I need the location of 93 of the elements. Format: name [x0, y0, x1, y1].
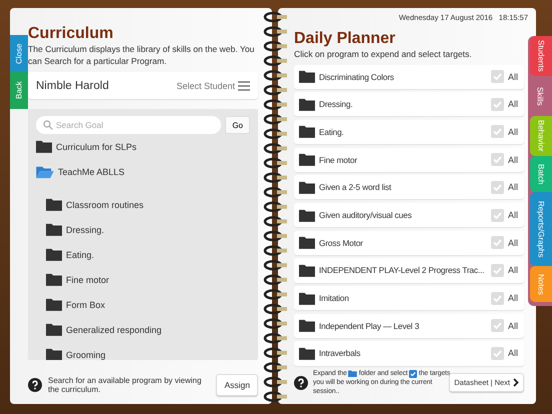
all-label: All	[508, 99, 518, 110]
program-row[interactable]: Dressing. All	[294, 92, 524, 116]
help-icon	[28, 378, 42, 392]
program-name: Dressing.	[319, 99, 354, 110]
all-label: All	[508, 72, 518, 82]
all-label: All	[508, 293, 518, 304]
program-name: Independent Play — Level 3	[319, 320, 420, 331]
side-tab[interactable]: Close	[10, 35, 28, 72]
checkbox[interactable]	[490, 292, 504, 305]
folder-icon	[299, 98, 315, 111]
folder-icon	[46, 248, 62, 261]
program-name: Gross Motor	[319, 238, 364, 248]
all-label: All	[508, 210, 518, 220]
assign-button[interactable]: Assign	[216, 374, 258, 396]
checkbox-icon	[409, 370, 418, 378]
folder-icon	[46, 223, 62, 236]
all-label: All	[508, 238, 518, 248]
program-row[interactable]: Discriminating Colors All	[294, 64, 524, 89]
menu-icon	[238, 80, 250, 90]
checkbox[interactable]	[490, 70, 504, 84]
checkbox[interactable]	[490, 208, 504, 222]
side-tab[interactable]: Students	[530, 36, 552, 76]
tree-item[interactable]: Form Box	[46, 292, 250, 317]
tree-item[interactable]: Generalized responding	[46, 317, 250, 342]
program-row[interactable]: Given a 2-5 word list All	[294, 175, 524, 200]
page-title: Curriculum	[28, 25, 114, 43]
program-name: INDEPENDENT PLAY-Level 2 Progress Trac...	[319, 265, 486, 276]
program-row[interactable]: Given auditory/visual cues All	[294, 202, 524, 228]
checkbox[interactable]	[490, 153, 504, 166]
tree-item[interactable]: Curriculum for SLPs	[36, 134, 250, 159]
program-name: Given a 2-5 word list	[319, 182, 392, 192]
select-student-button[interactable]: Select Student	[176, 80, 250, 90]
program-name: Imitation	[319, 293, 350, 304]
folder-icon	[46, 348, 62, 360]
go-button[interactable]: Go	[225, 116, 250, 134]
folder-icon	[299, 153, 315, 166]
checkbox[interactable]	[490, 346, 504, 360]
help-text: Search for an available program by viewing the curriculum.	[48, 376, 202, 394]
folder-icon	[46, 273, 62, 286]
checkbox[interactable]	[490, 264, 504, 277]
program-row[interactable]: Intraverbals All	[294, 341, 524, 366]
tree-item[interactable]: Eating.	[46, 242, 250, 267]
folder-icon	[299, 264, 315, 277]
folder-icon	[299, 236, 315, 250]
page-description: Click on program to expend and select targets.	[294, 49, 473, 60]
program-name: Fine motor	[319, 154, 358, 165]
open-folder-icon	[36, 164, 54, 178]
tree-item[interactable]: Fine motor	[46, 267, 250, 292]
program-name: Intraverbals	[319, 348, 362, 358]
tree-item[interactable]: Classroom routines	[46, 192, 250, 217]
tree-item[interactable]: Grooming	[46, 342, 250, 360]
program-row[interactable]: INDEPENDENT PLAY-Level 2 Progress Trac... All	[294, 258, 524, 282]
folder-icon	[299, 319, 315, 332]
program-row[interactable]: Independent Play — Level 3 All	[294, 314, 524, 338]
program-name: Eating.	[319, 126, 345, 137]
all-label: All	[508, 348, 518, 358]
page-title: Daily Planner	[294, 30, 396, 48]
help-icon	[294, 376, 308, 390]
tree-item[interactable]: TeachMe ABLLS	[36, 159, 250, 184]
program-row[interactable]: Gross Motor All	[294, 230, 524, 255]
folder-icon	[36, 140, 52, 153]
tree-item[interactable]: Dressing.	[46, 217, 250, 242]
checkbox[interactable]	[490, 125, 504, 138]
search-field[interactable]: Search Goal	[36, 116, 222, 134]
program-row[interactable]: Fine motor All	[294, 148, 524, 172]
program-name: Given auditory/visual cues	[319, 210, 413, 220]
program-row[interactable]: Eating. All	[294, 120, 524, 144]
side-tab[interactable]: Reports/Graphs	[530, 192, 552, 266]
folder-icon	[299, 208, 315, 222]
all-label: All	[508, 126, 518, 137]
program-name: Discriminating Colors	[319, 72, 395, 82]
student-name: Nimble Harold	[36, 80, 109, 92]
chevron-right-icon	[513, 378, 519, 388]
folder-icon	[46, 198, 62, 211]
folder-icon	[299, 125, 315, 138]
folder-icon	[46, 298, 62, 311]
folder-icon	[46, 323, 62, 336]
search-icon	[43, 120, 53, 130]
page-description: The Curriculum displays the library of skills on the web. You can Search for a particular Program.	[28, 44, 256, 67]
checkbox[interactable]	[490, 180, 504, 194]
all-label: All	[508, 320, 518, 331]
folder-icon	[299, 180, 315, 194]
folder-icon	[299, 346, 315, 360]
all-label: All	[508, 265, 518, 276]
folder-icon	[348, 370, 358, 378]
checkbox[interactable]	[490, 98, 504, 111]
folder-icon	[299, 70, 315, 84]
folder-icon	[299, 292, 315, 305]
checkbox[interactable]	[490, 319, 504, 332]
program-row[interactable]: Imitation All	[294, 286, 524, 310]
checkbox[interactable]	[490, 236, 504, 250]
all-label: All	[508, 154, 518, 165]
all-label: All	[508, 182, 518, 192]
